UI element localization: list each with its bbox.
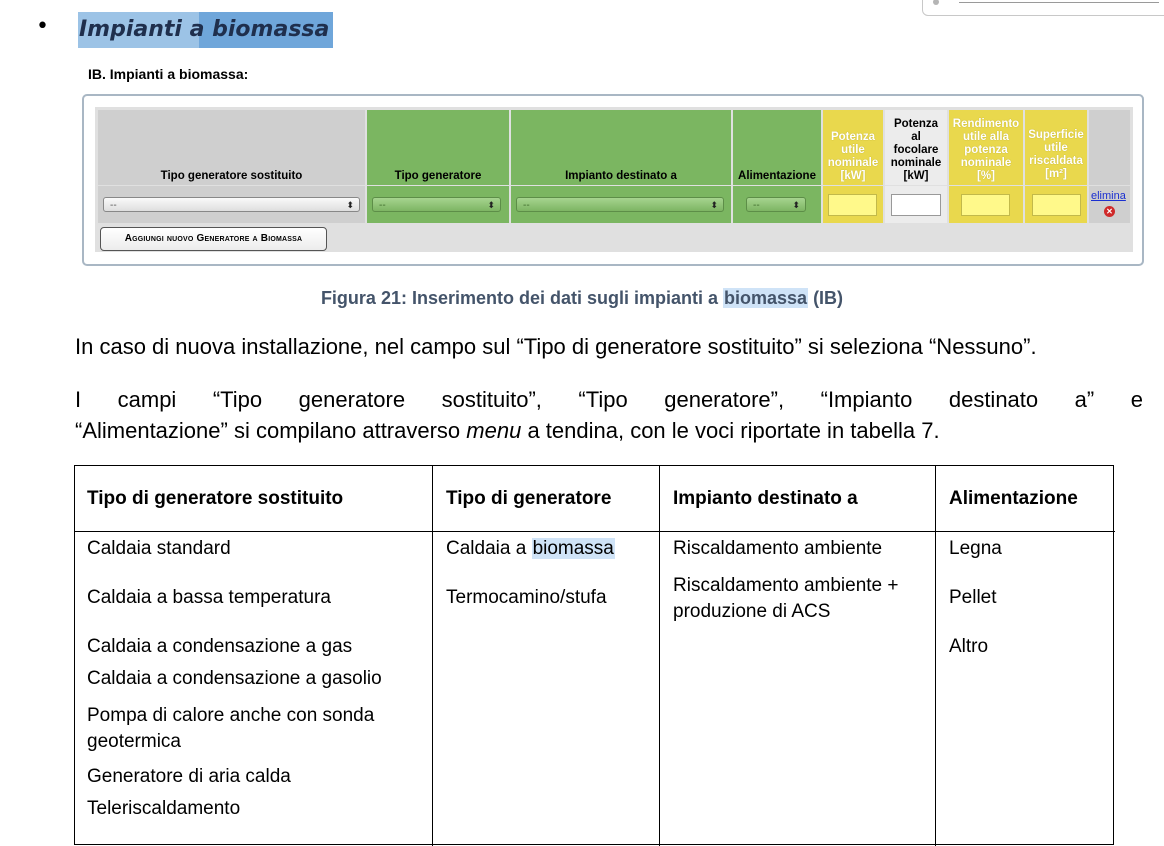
select-tipo-sostituito[interactable]: -- ⬍ [103, 197, 360, 212]
table-divider [432, 466, 433, 846]
heading-part2: biomassa [212, 17, 330, 42]
input-potenza-focolare[interactable] [891, 194, 941, 216]
table-header-cell: Tipo di generatore sostituito [87, 488, 344, 509]
table-cell: Riscaldamento ambiente + produzione di A… [673, 575, 899, 622]
window-line [959, 2, 1159, 3]
table-divider [659, 466, 660, 846]
delete-link[interactable]: elimina [1091, 190, 1126, 202]
figure-caption: Figura 21: Inserimento dei dati sugli im… [320, 288, 844, 308]
table-cell: Caldaia a condensazione a gas [87, 636, 353, 657]
table-header-cell: Alimentazione [949, 488, 1078, 509]
table-cell: Caldaia a biomassa [446, 538, 615, 559]
heading-part1: Impianti a [79, 17, 213, 42]
select-tipo-generatore[interactable]: -- ⬍ [372, 197, 501, 212]
header-actions [1089, 110, 1130, 185]
header-alimentazione: Alimentazione [733, 110, 821, 185]
header-tipo-sostituito: Tipo generatore sostituito [98, 110, 365, 185]
menu-values-table: Tipo di generatore sostituito Tipo di ge… [74, 465, 1115, 846]
bullet-icon: • [36, 14, 49, 39]
table-cell: Legna [949, 538, 1002, 559]
form-title: IB. Impianti a biomassa: [88, 66, 249, 82]
biomass-form-screenshot: Tipo generatore sostituito Tipo generato… [82, 94, 1144, 266]
select-alimentazione[interactable]: -- ⬍ [746, 197, 806, 212]
cell-highlight: biomassa [531, 538, 615, 559]
window-fragment [922, 0, 1164, 16]
input-superficie[interactable] [1032, 194, 1081, 216]
delete-x-icon[interactable]: ✕ [1104, 206, 1115, 217]
cell-alimentazione: -- ⬍ [733, 186, 821, 223]
window-dot-icon [933, 0, 939, 5]
table-cell: Pompa di calore anche con sonda geotermi… [87, 705, 375, 752]
table-divider [935, 466, 936, 846]
table-cell: Generatore di aria calda [87, 766, 291, 787]
caption-highlight: biomassa [723, 288, 809, 308]
cell-actions: elimina ✕ [1089, 186, 1130, 223]
cell-superficie [1025, 186, 1087, 223]
header-rendimento: Rendimento utile alla potenza nominale [%] [949, 110, 1023, 185]
table-cell: Pellet [949, 587, 997, 608]
cell-potenza-utile [823, 186, 883, 223]
select-arrows-icon: ⬍ [346, 200, 354, 210]
section-heading: Impianti a biomassa [78, 12, 334, 48]
header-potenza-focolare: Potenza al focolare nominale [kW] [885, 110, 947, 185]
header-impianto-destinato: Impianto destinato a [511, 110, 731, 185]
select-arrows-icon: ⬍ [487, 200, 495, 210]
table-cell: Caldaia standard [87, 538, 231, 559]
cell-tipo-generatore: -- ⬍ [367, 186, 509, 223]
paragraph-1: In caso di nuova installazione, nel camp… [75, 334, 1037, 359]
table-cell: Caldaia a condensazione a gasolio [87, 668, 382, 689]
table-header-cell: Impianto destinato a [673, 488, 858, 509]
table-cell: Riscaldamento ambiente [673, 538, 883, 559]
form-table: Tipo generatore sostituito Tipo generato… [95, 107, 1133, 252]
paragraph-3: “Alimentazione” si compilano attraverso … [75, 418, 940, 443]
table-cell: Caldaia a bassa temperatura [87, 587, 331, 608]
select-arrows-icon: ⬍ [792, 200, 800, 210]
cell-potenza-focolare [885, 186, 947, 223]
input-rendimento[interactable] [961, 194, 1010, 216]
header-tipo-generatore: Tipo generatore [367, 110, 509, 185]
cell-tipo-sostituito: -- ⬍ [98, 186, 365, 223]
select-arrows-icon: ⬍ [710, 200, 718, 210]
header-superficie: Superficie utile riscaldata [m²] [1025, 110, 1087, 185]
table-cell: Teleriscaldamento [87, 798, 241, 819]
select-impianto-destinato[interactable]: -- ⬍ [516, 197, 724, 212]
input-potenza-utile[interactable] [828, 194, 877, 216]
table-cell: Termocamino/stufa [446, 587, 607, 608]
header-potenza-utile: Potenza utile nominale [kW] [823, 110, 883, 185]
table-cell: Altro [949, 636, 989, 657]
add-generator-button[interactable]: Aggiungi nuovo Generatore a Biomassa [100, 227, 327, 251]
table-header-cell: Tipo di generatore [446, 488, 612, 509]
cell-rendimento [949, 186, 1023, 223]
paragraph-2: I campi “Tipo generatore sostituito”, “T… [75, 387, 1143, 412]
cell-impianto-destinato: -- ⬍ [511, 186, 731, 223]
table-header-divider [75, 531, 1115, 532]
